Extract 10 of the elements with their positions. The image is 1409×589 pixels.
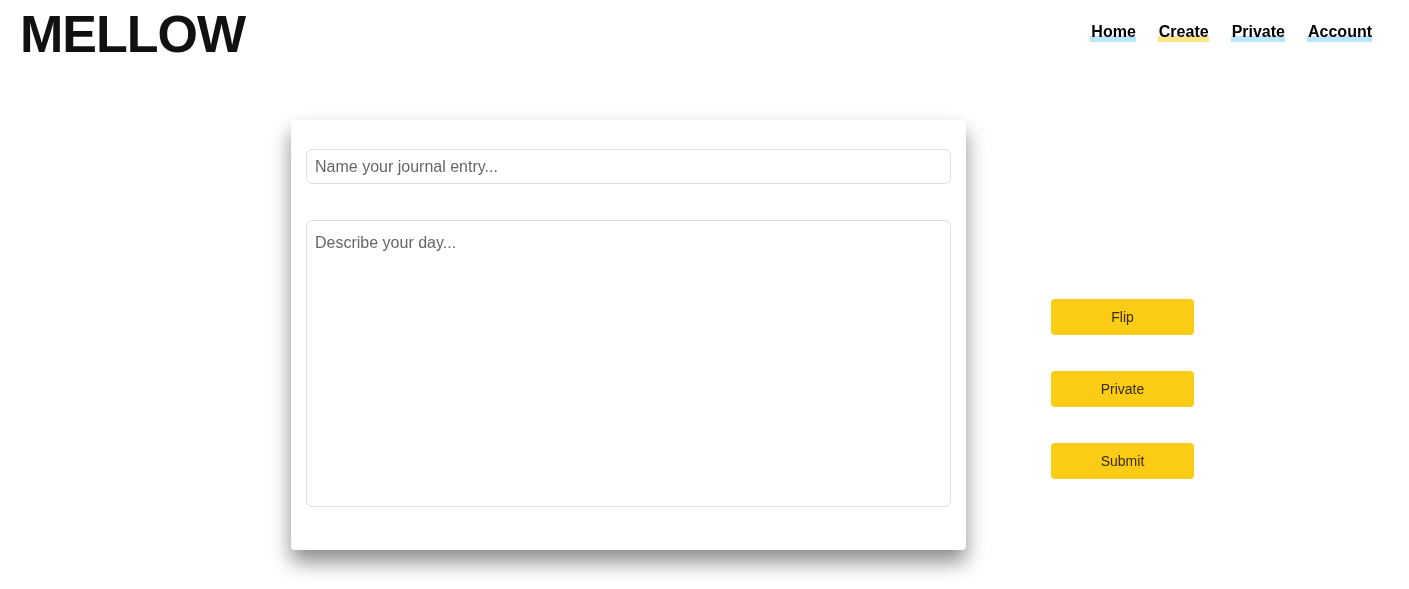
- action-button[interactable]: Submit: [1051, 443, 1194, 479]
- action-button[interactable]: Private: [1051, 371, 1194, 407]
- action-button[interactable]: Flip: [1051, 299, 1194, 335]
- logo: MELLOW: [20, 4, 246, 64]
- nav-link[interactable]: Private: [1230, 22, 1285, 42]
- nav-link[interactable]: Create: [1157, 22, 1209, 42]
- nav-link[interactable]: Home: [1090, 22, 1136, 42]
- description-field[interactable]: Describe your day...: [306, 220, 951, 507]
- nav-link[interactable]: Account: [1307, 22, 1372, 42]
- title-field[interactable]: Name your journal entry...: [306, 149, 951, 184]
